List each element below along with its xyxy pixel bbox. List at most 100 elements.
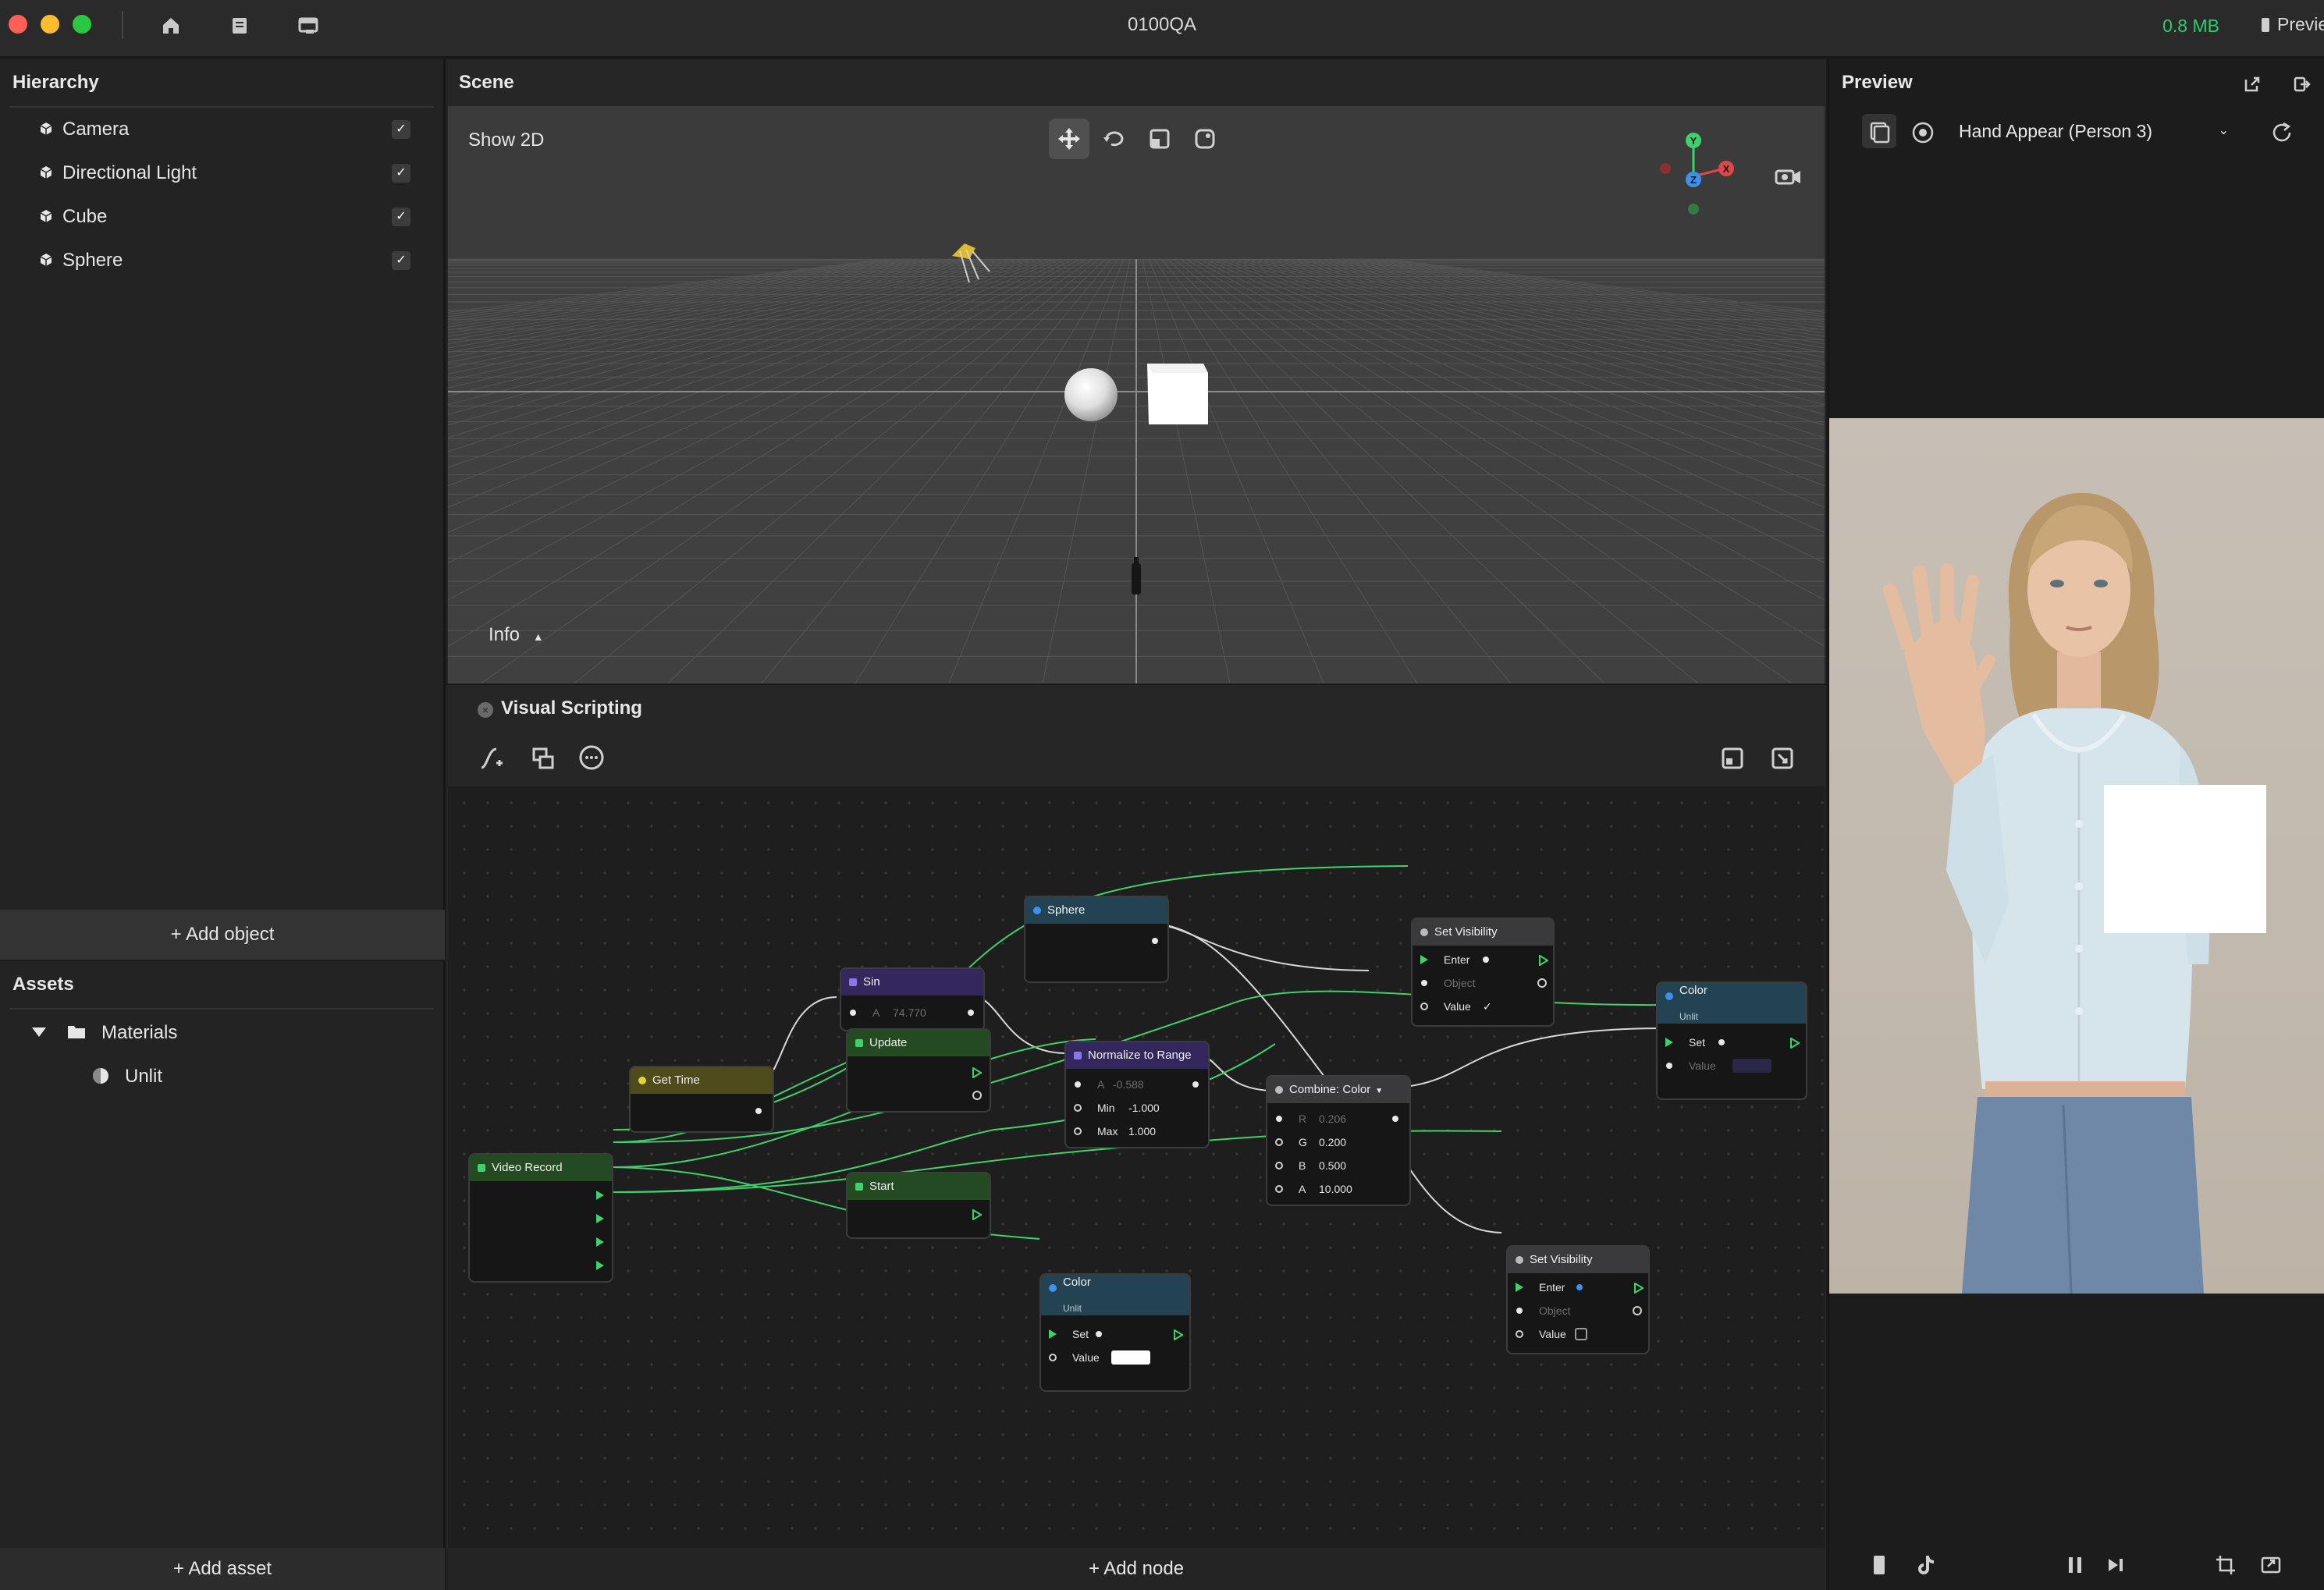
- tiktok-icon[interactable]: [1915, 1554, 1935, 1576]
- node-set-visibility[interactable]: Set Visibility Enter Object Value ✓: [1411, 917, 1555, 1027]
- port-value[interactable]: Value: [1041, 1350, 1189, 1365]
- close-icon[interactable]: ×: [478, 702, 493, 718]
- asset-item-unlit[interactable]: Unlit: [125, 1061, 162, 1092]
- flow-output[interactable]: [596, 1261, 604, 1270]
- output-port[interactable]: [1152, 938, 1158, 944]
- port-g[interactable]: G 0.200: [1267, 1134, 1409, 1150]
- hierarchy-item-directional-light[interactable]: Directional Light: [40, 158, 197, 189]
- chevron-down-icon[interactable]: [31, 1027, 47, 1038]
- port-set[interactable]: Set: [1658, 1035, 1806, 1050]
- data-input[interactable]: [1074, 1127, 1082, 1135]
- port-value[interactable]: 0.500: [1319, 1158, 1346, 1173]
- hierarchy-item-cube[interactable]: Cube: [40, 201, 107, 232]
- info-toggle[interactable]: Info ▲: [489, 624, 544, 646]
- port-value[interactable]: 0.206: [1319, 1111, 1346, 1127]
- node-graph-canvas[interactable]: Sphere Set Visibility Enter Object Value…: [448, 786, 1825, 1548]
- flow-input[interactable]: [1516, 1283, 1523, 1292]
- camera-switch-button[interactable]: [1862, 114, 1896, 148]
- port-value[interactable]: 0.200: [1319, 1134, 1346, 1150]
- enter-toggle[interactable]: [1483, 956, 1489, 963]
- flow-output[interactable]: [596, 1214, 604, 1223]
- add-node-button[interactable]: + Add node: [446, 1548, 1826, 1590]
- flow-output[interactable]: [1790, 1037, 1800, 1049]
- node-set-visibility-2[interactable]: Set Visibility Enter Object Value: [1506, 1245, 1650, 1354]
- data-input[interactable]: [1420, 1003, 1428, 1010]
- sphere-visibility-checkbox[interactable]: ✓: [392, 251, 410, 270]
- scene-sphere[interactable]: [1064, 368, 1118, 421]
- data-output[interactable]: [972, 1091, 982, 1100]
- data-input[interactable]: [1666, 1063, 1672, 1069]
- group-nodes-icon[interactable]: [529, 744, 557, 772]
- preview-tab[interactable]: Preview: [2262, 14, 2324, 35]
- minimap-icon[interactable]: [1718, 744, 1747, 772]
- port-enter[interactable]: Enter: [1508, 1279, 1648, 1295]
- port-value[interactable]: Value: [1508, 1326, 1648, 1342]
- move-tool-button[interactable]: [1049, 119, 1089, 159]
- rect-tool-button[interactable]: [1185, 119, 1225, 159]
- record-icon[interactable]: [1912, 122, 1934, 144]
- hierarchy-item-sphere[interactable]: Sphere: [40, 245, 123, 276]
- set-toggle[interactable]: [1718, 1039, 1725, 1045]
- set-toggle[interactable]: [1096, 1331, 1102, 1337]
- flow-output[interactable]: [1634, 1282, 1644, 1294]
- hierarchy-item-camera[interactable]: Camera: [40, 114, 129, 145]
- color-swatch[interactable]: [1111, 1350, 1150, 1365]
- port-value[interactable]: -1.000: [1128, 1100, 1160, 1116]
- add-object-button[interactable]: + Add object: [0, 910, 445, 960]
- flow-input[interactable]: [1049, 1329, 1057, 1339]
- data-input[interactable]: [1075, 1081, 1081, 1088]
- directional-light-visibility-checkbox[interactable]: ✓: [392, 164, 410, 183]
- flow-input[interactable]: [1665, 1038, 1673, 1047]
- data-output[interactable]: [1633, 1306, 1642, 1315]
- port-value[interactable]: -0.588: [1113, 1077, 1144, 1092]
- node-sphere[interactable]: Sphere: [1024, 896, 1169, 983]
- preview-camera-feed[interactable]: [1829, 418, 2324, 1294]
- port-object[interactable]: Object: [1413, 975, 1553, 991]
- refresh-icon[interactable]: [2269, 120, 2294, 145]
- data-output[interactable]: [1392, 1116, 1398, 1122]
- port-a[interactable]: A 74.770: [841, 1005, 983, 1020]
- port-a[interactable]: A 10.000: [1267, 1181, 1409, 1197]
- detach-icon[interactable]: [2293, 75, 2312, 94]
- port-value[interactable]: 1.000: [1128, 1123, 1156, 1139]
- node-color-unlit-bottom[interactable]: Color Unlit Set Value: [1039, 1273, 1191, 1392]
- scene-cube[interactable]: [1147, 364, 1208, 424]
- next-frame-icon[interactable]: [2105, 1554, 2126, 1576]
- show-2d-toggle[interactable]: Show 2D: [468, 130, 544, 151]
- enter-toggle[interactable]: [1576, 1284, 1583, 1290]
- data-input[interactable]: [1275, 1138, 1283, 1146]
- data-output[interactable]: [755, 1108, 762, 1114]
- data-input[interactable]: [1275, 1185, 1283, 1193]
- flow-input[interactable]: [1420, 955, 1428, 964]
- port-value[interactable]: Value: [1658, 1058, 1806, 1074]
- color-swatch[interactable]: [1732, 1059, 1771, 1073]
- data-output[interactable]: [968, 1010, 974, 1016]
- device-icon[interactable]: [1870, 1554, 1889, 1576]
- port-value[interactable]: 74.770: [893, 1005, 926, 1020]
- flow-output[interactable]: [972, 1067, 983, 1079]
- node-get-time[interactable]: Get Time: [629, 1066, 774, 1133]
- node-combine-color[interactable]: Combine: Color ▼ R 0.206 G 0.200 B 0.500 A 10…: [1266, 1075, 1411, 1206]
- node-video-record[interactable]: Video Record: [468, 1153, 613, 1283]
- effect-select[interactable]: Hand Appear (Person 3) ⌄: [1951, 112, 2237, 150]
- flow-output[interactable]: [1174, 1329, 1184, 1341]
- crop-icon[interactable]: [2215, 1554, 2237, 1576]
- port-enter[interactable]: Enter: [1413, 952, 1553, 967]
- rotate-tool-button[interactable]: [1094, 119, 1135, 159]
- camera-visibility-checkbox[interactable]: ✓: [392, 120, 410, 139]
- data-input[interactable]: [1516, 1330, 1523, 1338]
- port-value[interactable]: Value ✓: [1413, 999, 1553, 1014]
- port-b[interactable]: B 0.500: [1267, 1158, 1409, 1173]
- flow-output[interactable]: [1539, 954, 1549, 967]
- port-value[interactable]: 10.000: [1319, 1181, 1352, 1197]
- flow-output[interactable]: [972, 1208, 983, 1221]
- port-max[interactable]: Max 1.000: [1066, 1123, 1208, 1139]
- node-start[interactable]: Start: [846, 1172, 991, 1239]
- port-min[interactable]: Min -1.000: [1066, 1100, 1208, 1116]
- fullscreen-icon[interactable]: [2260, 1554, 2282, 1576]
- external-link-icon[interactable]: [2243, 75, 2262, 94]
- scene-viewport[interactable]: Show 2D Info ▲ Y X Z: [448, 106, 1825, 683]
- port-a[interactable]: A -0.588: [1066, 1077, 1208, 1092]
- node-normalize-to-range[interactable]: Normalize to Range A -0.588 Min -1.000 Max…: [1064, 1041, 1210, 1148]
- data-output[interactable]: [1537, 978, 1547, 988]
